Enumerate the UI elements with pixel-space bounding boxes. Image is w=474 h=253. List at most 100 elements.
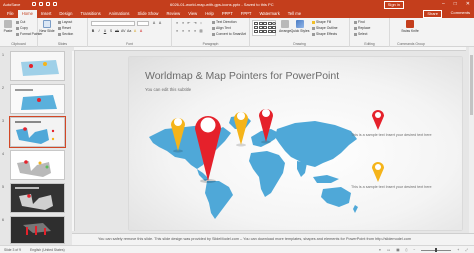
tab-file[interactable]: File: [3, 10, 18, 18]
shape-arrow-icon[interactable]: [263, 22, 267, 25]
language-indicator[interactable]: English (United States): [30, 248, 65, 252]
redo-icon[interactable]: [46, 2, 50, 6]
line-spacing-icon[interactable]: ↕: [199, 21, 203, 25]
underline-icon[interactable]: U: [103, 29, 107, 33]
copy-button[interactable]: Copy: [16, 26, 28, 30]
case-icon[interactable]: Aa: [127, 29, 131, 33]
font-name-select[interactable]: [91, 21, 135, 26]
slide-thumbnail-4[interactable]: [10, 150, 65, 180]
shape-flowchart-icon[interactable]: [258, 30, 263, 34]
zoom-knob[interactable]: [435, 248, 437, 252]
notes-toggle-icon[interactable]: ≡: [379, 248, 381, 252]
tab-view[interactable]: View: [184, 10, 201, 18]
tab-home[interactable]: Home: [17, 10, 37, 18]
shape-cloud-icon[interactable]: [267, 30, 272, 34]
comments-button[interactable]: Comments: [451, 10, 470, 16]
decrease-indent-icon[interactable]: ⇤: [187, 21, 191, 25]
new-slide-button[interactable]: New Slide: [39, 20, 55, 34]
text-direction-button[interactable]: Text Direction: [212, 20, 237, 24]
shape-triangle-icon[interactable]: [254, 26, 258, 30]
convert-smartart-button[interactable]: Convert to SmartArt: [212, 32, 246, 36]
strikethrough-icon[interactable]: ab: [115, 29, 119, 33]
font-color-icon[interactable]: A: [139, 29, 143, 33]
maximize-button[interactable]: □: [454, 1, 457, 7]
highlight-icon[interactable]: A: [133, 29, 137, 33]
align-text-button[interactable]: Align Text: [212, 26, 231, 30]
font-size-select[interactable]: [137, 21, 149, 26]
vertical-scrollbar[interactable]: [469, 47, 474, 233]
shape-effects-button[interactable]: Shape Effects: [312, 32, 337, 36]
reset-button[interactable]: Reset: [58, 26, 71, 30]
reading-view-icon[interactable]: ▯: [405, 248, 407, 252]
zoom-slider[interactable]: [421, 248, 452, 252]
slide-thumbnail-2[interactable]: [10, 84, 65, 114]
slide-subtitle[interactable]: You can edit this subtitle: [145, 87, 191, 92]
slide-title[interactable]: Worldmap & Map Pointers for PowerPoint: [145, 70, 339, 82]
select-button[interactable]: Select: [354, 32, 367, 36]
slide-canvas[interactable]: Worldmap & Map Pointers for PowerPoint Y…: [129, 57, 462, 230]
swiss-knife-button[interactable]: Swiss Knife: [401, 20, 419, 34]
shape-textbox-icon[interactable]: [254, 22, 258, 25]
italic-icon[interactable]: I: [97, 29, 101, 33]
tab-help[interactable]: Help: [201, 10, 218, 18]
autosave-toggle[interactable]: AutoSave: [3, 2, 20, 7]
bold-icon[interactable]: B: [91, 29, 95, 33]
shape-more-icon[interactable]: [272, 30, 276, 34]
align-right-icon[interactable]: ≡: [187, 29, 191, 33]
present-icon[interactable]: [53, 2, 57, 6]
tab-slide-show[interactable]: Slide Show: [134, 10, 163, 18]
legend-pin-red[interactable]: [371, 109, 385, 131]
tab-pppt[interactable]: PPPT: [218, 10, 237, 18]
shapes-gallery[interactable]: [252, 20, 276, 36]
align-center-icon[interactable]: ≡: [181, 29, 185, 33]
tab-animations[interactable]: Animations: [105, 10, 134, 18]
shape-oval-icon[interactable]: [272, 22, 276, 25]
shape-callout-icon[interactable]: [267, 26, 272, 30]
sign-in-button[interactable]: Sign in: [383, 1, 404, 9]
legend-pin-yellow[interactable]: [371, 161, 385, 183]
section-button[interactable]: Section: [58, 32, 73, 36]
save-icon[interactable]: [32, 2, 36, 6]
close-button[interactable]: ✕: [466, 1, 470, 7]
replace-button[interactable]: Replace: [354, 26, 370, 30]
bullets-icon[interactable]: ≡: [175, 21, 179, 25]
shape-outline-button[interactable]: Shape Outline: [312, 26, 338, 30]
shape-fill-button[interactable]: Shape Fill: [312, 20, 331, 24]
numbering-icon[interactable]: ≡: [181, 21, 185, 25]
shape-line-icon[interactable]: [258, 22, 263, 25]
tell-me-search[interactable]: Tell me: [284, 10, 305, 18]
tab-insert[interactable]: Insert: [37, 10, 55, 18]
shape-star-icon[interactable]: [263, 26, 267, 30]
undo-icon[interactable]: [39, 2, 43, 6]
find-button[interactable]: Find: [354, 20, 365, 24]
tab-review[interactable]: Review: [162, 10, 184, 18]
zoom-out-icon[interactable]: −: [413, 248, 415, 252]
slide-thumbnail-1[interactable]: [10, 51, 65, 81]
zoom-in-icon[interactable]: +: [457, 248, 459, 252]
paste-button[interactable]: Paste: [2, 20, 14, 34]
shape-block-arrow-icon[interactable]: [254, 30, 258, 34]
minimize-button[interactable]: –: [442, 1, 445, 7]
tab-design[interactable]: Design: [55, 10, 76, 18]
shape-heart-icon[interactable]: [263, 30, 267, 34]
slide-sorter-icon[interactable]: ▦: [396, 248, 399, 252]
arrange-button[interactable]: Arrange: [279, 20, 291, 34]
legend-text-1[interactable]: This is a sample text Insert your desire…: [351, 133, 432, 138]
fit-slide-icon[interactable]: ⤢: [465, 248, 468, 252]
shrink-font-icon[interactable]: A: [158, 21, 162, 25]
cut-button[interactable]: Cut: [16, 20, 25, 24]
increase-indent-icon[interactable]: ⇥: [193, 21, 197, 25]
tab-transitions[interactable]: Transitions: [76, 10, 104, 18]
justify-icon[interactable]: ≡: [193, 29, 197, 33]
normal-view-icon[interactable]: ▭: [387, 248, 390, 252]
tab-fppt[interactable]: FPPT: [237, 10, 256, 18]
grow-font-icon[interactable]: A: [152, 21, 156, 25]
shape-brace-icon[interactable]: [272, 26, 276, 30]
columns-icon[interactable]: ▥: [199, 29, 203, 33]
world-map-graphic[interactable]: [145, 107, 360, 222]
scrollbar-thumb[interactable]: [470, 55, 473, 115]
shadow-icon[interactable]: S: [109, 29, 113, 33]
align-left-icon[interactable]: ≡: [175, 29, 179, 33]
spacing-icon[interactable]: AV: [121, 29, 125, 33]
slide-thumbnail-6[interactable]: [10, 216, 65, 244]
